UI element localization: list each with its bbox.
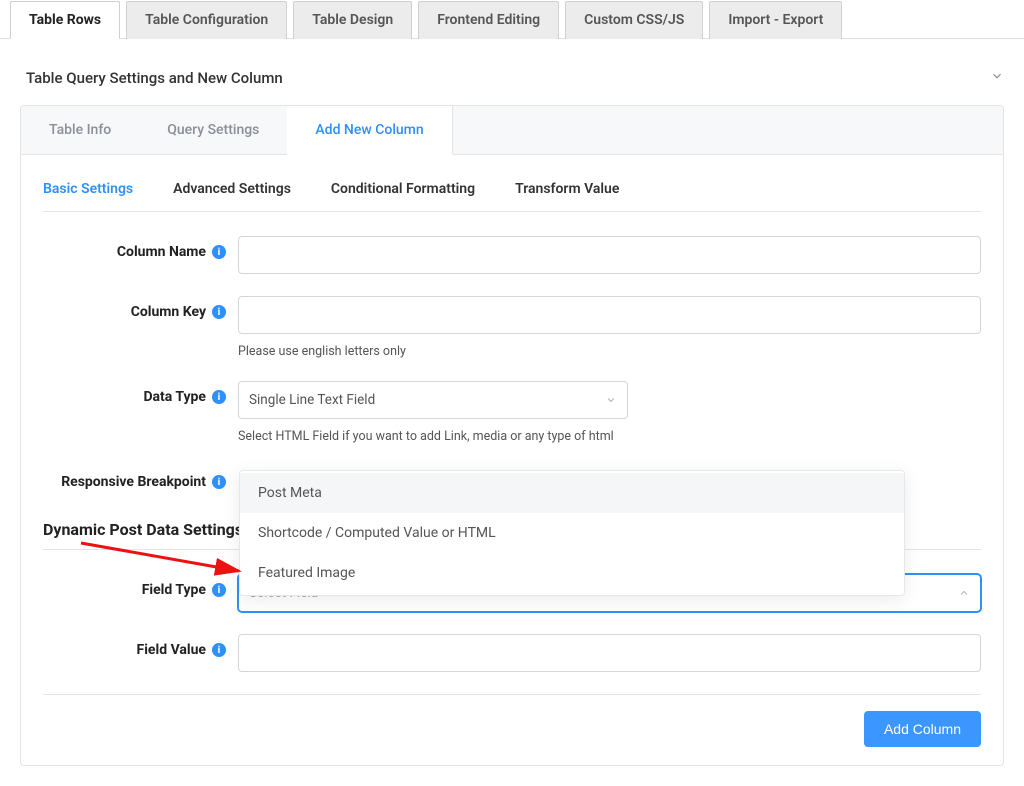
label-field-value: Field Value i: [43, 634, 238, 658]
tab-import-export[interactable]: Import - Export: [709, 1, 842, 39]
add-column-button[interactable]: Add Column: [864, 711, 981, 747]
sub-tab-conditional-formatting[interactable]: Conditional Formatting: [331, 181, 475, 197]
sub-tabs: Basic Settings Advanced Settings Conditi…: [43, 181, 981, 212]
label-column-key: Column Key i: [43, 296, 238, 320]
dropdown-item-shortcode[interactable]: Shortcode / Computed Value or HTML: [240, 513, 904, 553]
inner-content: Basic Settings Advanced Settings Conditi…: [21, 155, 1003, 765]
panel-collapse-toggle[interactable]: [990, 69, 1004, 87]
info-icon[interactable]: i: [212, 390, 226, 404]
field-data-type: Single Line Text Field Select HTML Field…: [238, 381, 981, 444]
chevron-up-icon: [958, 587, 970, 599]
help-column-key: Please use english letters only: [238, 344, 981, 359]
field-column-name: [238, 236, 981, 274]
dropdown-item-featured-image[interactable]: Featured Image: [240, 553, 904, 593]
column-name-input[interactable]: [238, 236, 981, 274]
panel-title-row: Table Query Settings and New Column: [26, 69, 1004, 87]
label-field-type: Field Type i: [43, 574, 238, 598]
inner-tab-query-settings[interactable]: Query Settings: [139, 106, 287, 154]
label-field-value-text: Field Value: [137, 642, 206, 658]
inner-tabs: Table Info Query Settings Add New Column: [21, 106, 1003, 155]
field-value-input[interactable]: [238, 634, 981, 672]
dropdown-item-post-meta[interactable]: Post Meta: [240, 473, 904, 513]
sub-tab-transform-value[interactable]: Transform Value: [515, 181, 619, 197]
label-responsive-breakpoint-text: Responsive Breakpoint: [61, 474, 206, 490]
tab-custom-css-js[interactable]: Custom CSS/JS: [565, 1, 703, 39]
help-data-type: Select HTML Field if you want to add Lin…: [238, 429, 981, 444]
data-type-select[interactable]: Single Line Text Field: [238, 381, 628, 419]
row-column-key: Column Key i Please use english letters …: [43, 296, 981, 359]
label-column-name: Column Name i: [43, 236, 238, 260]
column-key-input[interactable]: [238, 296, 981, 334]
chevron-down-icon: [990, 69, 1004, 83]
row-data-type: Data Type i Single Line Text Field Selec…: [43, 381, 981, 444]
sub-tab-advanced-settings[interactable]: Advanced Settings: [173, 181, 291, 197]
label-column-key-text: Column Key: [131, 304, 206, 320]
info-icon[interactable]: i: [212, 245, 226, 259]
inner-tab-table-info[interactable]: Table Info: [21, 106, 139, 154]
chevron-down-icon: [605, 394, 617, 406]
panel-wrap: Table Query Settings and New Column Tabl…: [0, 39, 1024, 786]
field-field-value: [238, 634, 981, 672]
inner-card: Table Info Query Settings Add New Column…: [20, 105, 1004, 766]
data-type-select-value: Single Line Text Field: [249, 392, 375, 408]
info-icon[interactable]: i: [212, 583, 226, 597]
tab-table-rows[interactable]: Table Rows: [10, 1, 120, 39]
tab-frontend-editing[interactable]: Frontend Editing: [418, 1, 559, 39]
label-data-type: Data Type i: [43, 381, 238, 405]
label-field-type-text: Field Type: [142, 582, 206, 598]
row-column-name: Column Name i: [43, 236, 981, 274]
field-column-key: Please use english letters only: [238, 296, 981, 359]
row-field-value: Field Value i: [43, 634, 981, 672]
info-icon[interactable]: i: [212, 305, 226, 319]
tab-table-design[interactable]: Table Design: [293, 1, 412, 39]
footer-row: Add Column: [43, 694, 981, 747]
tab-table-configuration[interactable]: Table Configuration: [126, 1, 287, 39]
field-type-dropdown: Post Meta Shortcode / Computed Value or …: [239, 470, 905, 596]
info-icon[interactable]: i: [212, 643, 226, 657]
sub-tab-basic-settings[interactable]: Basic Settings: [43, 181, 133, 197]
inner-tab-add-new-column[interactable]: Add New Column: [287, 106, 452, 155]
label-responsive-breakpoint: Responsive Breakpoint i: [43, 466, 238, 490]
label-data-type-text: Data Type: [143, 389, 206, 405]
top-tabs: Table Rows Table Configuration Table Des…: [0, 0, 1024, 39]
info-icon[interactable]: i: [212, 475, 226, 489]
panel-title: Table Query Settings and New Column: [26, 69, 283, 87]
label-column-name-text: Column Name: [117, 244, 206, 260]
